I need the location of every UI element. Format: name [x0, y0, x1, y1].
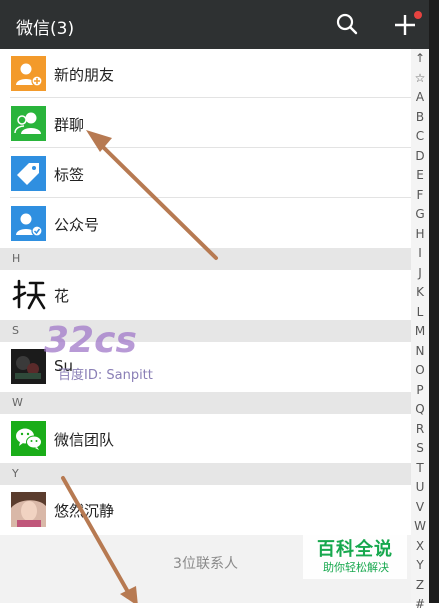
contact-row-hua[interactable]: 花	[0, 270, 411, 319]
index-letter[interactable]: V	[411, 500, 429, 514]
list-item-label: 标签	[54, 166, 85, 184]
site-watermark: 32cs 百度ID: Sanpitt	[36, 318, 156, 388]
list-item-group-chat[interactable]: 群聊	[0, 99, 411, 148]
watermark-brand: 32cs	[44, 320, 137, 361]
index-letter[interactable]: H	[411, 227, 429, 241]
divider	[10, 147, 411, 148]
page-title: 微信(3)	[16, 19, 75, 39]
index-letter[interactable]: A	[411, 90, 429, 104]
index-letter[interactable]: Y	[411, 558, 429, 572]
screen-edge	[429, 0, 439, 603]
contact-name: 悠然沉静	[54, 502, 115, 520]
divider	[10, 197, 411, 198]
index-letter[interactable]: K	[411, 285, 429, 299]
index-letter[interactable]: R	[411, 422, 429, 436]
watermark-title: 百科全说	[317, 539, 393, 560]
list-item-official-accounts[interactable]: 公众号	[0, 199, 411, 248]
contact-row-youran[interactable]: 悠然沉静	[0, 485, 411, 534]
index-letter[interactable]: D	[411, 149, 429, 163]
index-letter[interactable]: C	[411, 129, 429, 143]
divider	[10, 97, 411, 98]
index-letter[interactable]: M	[411, 324, 429, 338]
index-letter[interactable]: B	[411, 110, 429, 124]
section-header-y: Y	[0, 463, 411, 485]
search-icon[interactable]	[336, 13, 358, 35]
section-header-h: H	[0, 248, 411, 270]
index-letter[interactable]: X	[411, 539, 429, 553]
new-friend-icon	[11, 56, 46, 91]
calligraphy-avatar	[11, 277, 46, 312]
index-letter[interactable]: T	[411, 461, 429, 475]
index-letter[interactable]: F	[411, 188, 429, 202]
index-letter[interactable]: W	[411, 519, 429, 533]
official-account-icon	[11, 206, 46, 241]
index-letter[interactable]: Q	[411, 402, 429, 416]
index-letter[interactable]: #	[411, 597, 429, 611]
group-chat-icon	[11, 106, 46, 141]
title-bar: 微信(3)	[0, 0, 429, 49]
section-header-w: W	[0, 392, 411, 414]
index-letter[interactable]: P	[411, 383, 429, 397]
contact-row-wechat-team[interactable]: 微信团队	[0, 414, 411, 463]
wechat-team-icon	[11, 421, 46, 456]
index-letter[interactable]: U	[411, 480, 429, 494]
index-letter[interactable]: E	[411, 168, 429, 182]
index-letter[interactable]: O	[411, 363, 429, 377]
contact-name: 花	[54, 287, 70, 305]
logo-watermark: 百科全说 助你轻松解决	[303, 533, 407, 579]
index-letter[interactable]: L	[411, 305, 429, 319]
list-item-label: 新的朋友	[54, 66, 115, 84]
index-letter[interactable]: Z	[411, 578, 429, 592]
portrait-avatar	[11, 492, 46, 527]
section-letter: W	[12, 396, 23, 409]
index-letter[interactable]: G	[411, 207, 429, 221]
index-letter[interactable]: J	[411, 266, 429, 280]
index-letter[interactable]: ☆	[411, 71, 429, 85]
index-letter[interactable]: S	[411, 441, 429, 455]
index-letter[interactable]: ↑	[411, 51, 429, 65]
section-letter: S	[12, 324, 19, 337]
index-letter[interactable]: N	[411, 344, 429, 358]
list-item-label: 群聊	[54, 116, 85, 134]
list-item-label: 公众号	[54, 216, 100, 234]
section-letter: Y	[12, 467, 19, 480]
tag-icon	[11, 156, 46, 191]
notification-dot	[414, 11, 422, 19]
list-item-new-friends[interactable]: 新的朋友	[0, 49, 411, 98]
watermark-id: 百度ID: Sanpitt	[58, 368, 153, 383]
index-letter[interactable]: I	[411, 246, 429, 260]
list-item-tags[interactable]: 标签	[0, 149, 411, 198]
contact-name: 微信团队	[54, 431, 115, 449]
alphabet-index[interactable]: ↑ ☆ A B C D E F G H I J K L M N O P Q R S T U V W X Y Z #	[411, 49, 429, 611]
section-letter: H	[12, 252, 21, 265]
watermark-subtitle: 助你轻松解决	[323, 561, 389, 574]
